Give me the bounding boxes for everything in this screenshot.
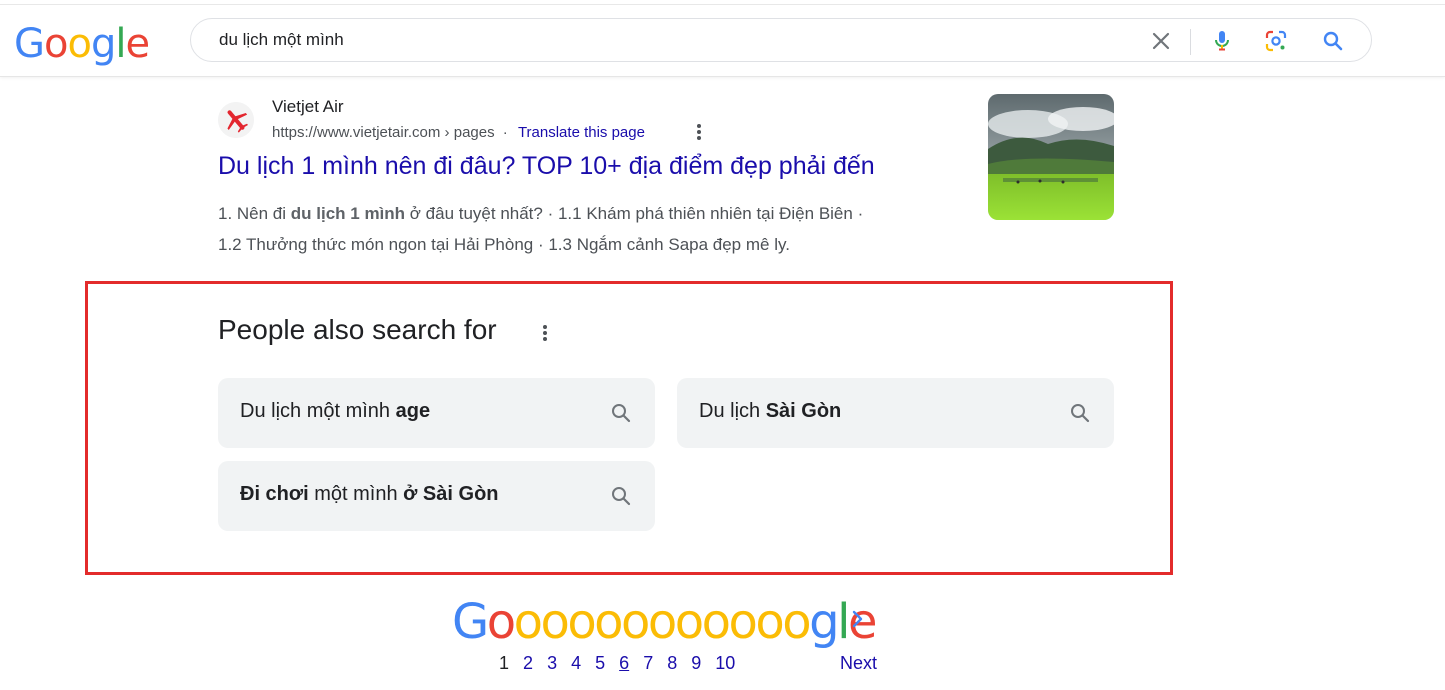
site-favicon[interactable] bbox=[218, 102, 254, 138]
more-vert-icon[interactable] bbox=[695, 124, 703, 142]
page-link-1: 1 bbox=[499, 653, 510, 673]
translate-link[interactable]: Translate this page bbox=[518, 124, 645, 141]
site-name[interactable]: Vietjet Air bbox=[272, 97, 344, 117]
microphone-icon[interactable] bbox=[1210, 29, 1234, 53]
search-icon bbox=[612, 404, 631, 423]
airplane-icon bbox=[218, 102, 254, 138]
page-link-7[interactable]: 7 bbox=[643, 653, 653, 674]
page-link-2[interactable]: 2 bbox=[523, 653, 533, 674]
chip-label: Du lịch một mình age bbox=[240, 400, 431, 422]
site-url-text[interactable]: https://www.vietjetair.com › pages bbox=[272, 124, 495, 141]
result-title-link[interactable]: Du lịch 1 mình nên đi đâu? TOP 10+ địa đ… bbox=[218, 152, 875, 181]
snippet-line-2: 1.2 Thưởng thức món ngon tại Hải Phòng ·… bbox=[218, 235, 790, 254]
logo-letter-o1: o bbox=[44, 21, 69, 67]
logo-letter-g: G bbox=[14, 21, 45, 67]
related-search-chip[interactable]: Đi chơi một mình ở Sài Gòn bbox=[218, 461, 655, 531]
logo-letter-o2: o bbox=[67, 21, 92, 67]
landscape-image bbox=[988, 94, 1114, 220]
logo-letter-e: e bbox=[125, 21, 150, 67]
page-link-4[interactable]: 4 bbox=[571, 653, 581, 674]
top-divider bbox=[0, 4, 1445, 5]
chip-label: Du lịch Sài Gòn bbox=[699, 400, 842, 422]
more-vert-icon[interactable] bbox=[541, 325, 549, 343]
search-input[interactable]: du lịch một mình bbox=[219, 30, 344, 50]
page-link-3[interactable]: 3 bbox=[547, 653, 557, 674]
page-link-10[interactable]: 10 bbox=[715, 653, 735, 674]
snippet-part-1: 1. Nên đi bbox=[218, 204, 291, 223]
camera-lens-icon[interactable] bbox=[1264, 29, 1288, 53]
next-page-link[interactable]: Next bbox=[840, 653, 877, 674]
url-separator: · bbox=[502, 124, 508, 141]
people-also-search-heading: People also search for bbox=[218, 314, 497, 345]
snippet-bold: du lịch 1 mình bbox=[290, 204, 406, 223]
logo-letter-l: l bbox=[115, 21, 126, 67]
pagination-logo: Goooooooooooogle bbox=[452, 594, 877, 650]
result-snippet: 1. Nên đi du lịch 1 mình ở đâu tuyệt nhấ… bbox=[218, 198, 958, 260]
page-link-6[interactable]: 6 bbox=[619, 653, 629, 674]
page-link-8[interactable]: 8 bbox=[667, 653, 677, 674]
google-logo[interactable]: Google bbox=[14, 20, 150, 68]
snippet-part-2: ở đâu tuyệt nhất? · 1.1 Khám phá thiên n… bbox=[405, 204, 864, 223]
chevron-right-icon[interactable] bbox=[848, 606, 868, 632]
search-icon bbox=[612, 487, 631, 506]
page-link-5[interactable]: 5 bbox=[595, 653, 605, 674]
top-bar: Google du lịch một mình bbox=[0, 0, 1445, 77]
search-box[interactable]: du lịch một mình bbox=[190, 18, 1372, 62]
close-icon[interactable] bbox=[1149, 29, 1173, 53]
search-icon[interactable] bbox=[1321, 29, 1345, 53]
page-link-9[interactable]: 9 bbox=[691, 653, 701, 674]
search-box-divider bbox=[1190, 29, 1191, 55]
related-search-chip[interactable]: Du lịch Sài Gòn bbox=[677, 378, 1114, 448]
site-url[interactable]: https://www.vietjetair.com › pages · Tra… bbox=[272, 124, 645, 141]
related-search-chip[interactable]: Du lịch một mình age bbox=[218, 378, 655, 448]
pagination-pages: 1 2 3 4 5 6 7 8 9 10 bbox=[499, 653, 744, 674]
search-icon bbox=[1071, 404, 1090, 423]
chip-label: Đi chơi một mình ở Sài Gòn bbox=[240, 483, 499, 505]
result-thumbnail[interactable] bbox=[988, 94, 1114, 220]
logo-letter-g2: g bbox=[90, 21, 116, 67]
